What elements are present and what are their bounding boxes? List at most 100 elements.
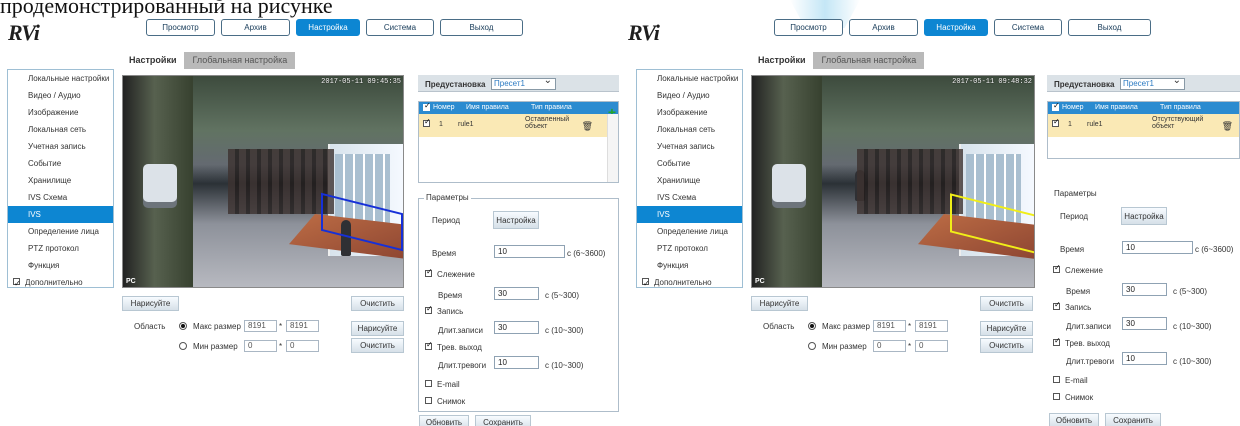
sidebar-item-storage[interactable]: Хранилище xyxy=(637,172,742,189)
rule-row[interactable]: 1 rule1 Оставленный объект 🗑 xyxy=(419,114,607,137)
record-checkbox[interactable] xyxy=(1053,300,1061,311)
tab-global-settings[interactable]: Глобальная настройка xyxy=(813,52,925,69)
sidebar-item-account[interactable]: Учетная запись xyxy=(637,138,742,155)
sidebar-item-ptz-protocol[interactable]: PTZ протокол xyxy=(8,240,113,257)
sidebar-item-face-detection[interactable]: Определение лица xyxy=(8,223,113,240)
tracking-option[interactable]: Слежение xyxy=(425,267,475,279)
record-option[interactable]: Запись xyxy=(1053,300,1091,312)
tab-global-settings[interactable]: Глобальная настройка xyxy=(184,52,296,69)
min-height-field[interactable]: 0 xyxy=(286,340,319,352)
rules-scrollbar[interactable] xyxy=(607,114,618,182)
draw-zone-button[interactable]: Нарисуйте xyxy=(122,296,179,311)
email-option[interactable]: E-mail xyxy=(1053,376,1088,385)
tracking-checkbox[interactable] xyxy=(425,267,433,278)
preset-dropdown[interactable]: Пресет1 xyxy=(491,76,556,90)
record-duration-input[interactable]: 30 xyxy=(494,321,539,334)
alarm-output-option[interactable]: Трев. выход xyxy=(1053,336,1110,348)
nav-archive-button[interactable]: Архив xyxy=(849,19,918,36)
max-width-field[interactable]: 8191 xyxy=(244,320,277,332)
nav-archive-button[interactable]: Архив xyxy=(221,19,290,36)
sidebar-item-advanced[interactable]: Дополнительно xyxy=(8,274,113,292)
min-width-field[interactable]: 0 xyxy=(873,340,906,352)
clear-target-button[interactable]: Очистить xyxy=(351,338,404,353)
select-all-rules-checkbox[interactable] xyxy=(423,101,431,111)
sidebar-item-local-network[interactable]: Локальная сеть xyxy=(637,121,742,138)
sidebar-item-local-settings[interactable]: Локальные настройки xyxy=(637,70,742,87)
clear-target-button[interactable]: Очистить xyxy=(980,338,1033,353)
nav-settings-button[interactable]: Настройка xyxy=(924,19,988,36)
nav-system-button[interactable]: Система xyxy=(994,19,1062,36)
max-size-radio[interactable] xyxy=(179,322,187,330)
select-all-rules-checkbox[interactable] xyxy=(1052,101,1060,111)
clear-zone-button[interactable]: Очистить xyxy=(351,296,404,311)
max-width-field[interactable]: 8191 xyxy=(873,320,906,332)
email-checkbox[interactable] xyxy=(425,380,432,388)
time-input[interactable]: 10 xyxy=(1122,241,1193,254)
sidebar-item-video-audio[interactable]: Видео / Аудио xyxy=(637,87,742,104)
rule-row[interactable]: 1 rule1 Отсутствующий объект 🗑 xyxy=(1048,114,1239,137)
draw-zone-button[interactable]: Нарисуйте xyxy=(751,296,808,311)
tab-settings[interactable]: Настройки xyxy=(750,52,814,69)
sidebar-item-local-settings[interactable]: Локальные настройки xyxy=(8,70,113,87)
sidebar-item-event[interactable]: Событие xyxy=(637,155,742,172)
alarm-output-checkbox[interactable] xyxy=(1053,336,1061,347)
sidebar-item-storage[interactable]: Хранилище xyxy=(8,172,113,189)
max-height-field[interactable]: 8191 xyxy=(286,320,319,332)
max-height-field[interactable]: 8191 xyxy=(915,320,948,332)
snapshot-checkbox[interactable] xyxy=(1053,393,1060,401)
sidebar-item-image[interactable]: Изображение xyxy=(637,104,742,121)
camera-preview[interactable]: 2017-05-11 09:45:35 PC xyxy=(122,75,404,288)
preset-dropdown[interactable]: Пресет1 xyxy=(1120,76,1185,90)
save-button[interactable]: Сохранить xyxy=(475,415,531,426)
sidebar-item-image[interactable]: Изображение xyxy=(8,104,113,121)
sidebar-item-ivs-scheme[interactable]: IVS Схема xyxy=(8,189,113,206)
email-option[interactable]: E-mail xyxy=(425,380,460,389)
save-button[interactable]: Сохранить xyxy=(1105,413,1161,426)
snapshot-option[interactable]: Снимок xyxy=(1053,393,1093,402)
rule-enabled-checkbox[interactable] xyxy=(1052,117,1060,127)
sidebar-item-ivs[interactable]: IVS xyxy=(8,206,113,223)
period-setup-button[interactable]: Настройка xyxy=(493,211,539,229)
sidebar-item-ivs-scheme[interactable]: IVS Схема xyxy=(637,189,742,206)
min-width-field[interactable]: 0 xyxy=(244,340,277,352)
clear-zone-button[interactable]: Очистить xyxy=(980,296,1033,311)
nav-settings-button[interactable]: Настройка xyxy=(296,19,360,36)
alarm-output-checkbox[interactable] xyxy=(425,340,433,351)
tracking-option[interactable]: Слежение xyxy=(1053,263,1103,275)
rule-enabled-checkbox[interactable] xyxy=(423,117,431,127)
alarm-duration-input[interactable]: 10 xyxy=(1122,352,1167,365)
draw-target-button[interactable]: Нарисуйте xyxy=(980,321,1033,336)
camera-preview[interactable]: 2017-05-11 09:48:32 PC xyxy=(751,75,1035,288)
email-checkbox[interactable] xyxy=(1053,376,1060,384)
time-input[interactable]: 10 xyxy=(494,245,565,258)
record-duration-input[interactable]: 30 xyxy=(1122,317,1167,330)
nav-system-button[interactable]: Система xyxy=(366,19,434,36)
max-size-radio[interactable] xyxy=(808,322,816,330)
sidebar-item-video-audio[interactable]: Видео / Аудио xyxy=(8,87,113,104)
nav-preview-button[interactable]: Просмотр xyxy=(774,19,843,36)
record-checkbox[interactable] xyxy=(425,304,433,315)
sidebar-item-ivs[interactable]: IVS xyxy=(637,206,742,223)
min-size-radio[interactable] xyxy=(808,342,816,350)
alarm-duration-input[interactable]: 10 xyxy=(494,356,539,369)
sidebar-item-event[interactable]: Событие xyxy=(8,155,113,172)
tab-settings[interactable]: Настройки xyxy=(121,52,185,69)
sidebar-item-function[interactable]: Функция xyxy=(637,257,742,274)
delete-rule-icon[interactable]: 🗑 xyxy=(1222,121,1233,132)
record-option[interactable]: Запись xyxy=(425,304,463,316)
advanced-checkbox[interactable] xyxy=(13,275,21,292)
tracking-checkbox[interactable] xyxy=(1053,263,1061,274)
snapshot-option[interactable]: Снимок xyxy=(425,397,465,406)
min-size-radio[interactable] xyxy=(179,342,187,350)
nav-exit-button[interactable]: Выход xyxy=(1068,19,1151,36)
refresh-button[interactable]: Обновить xyxy=(1049,413,1099,426)
sidebar-item-local-network[interactable]: Локальная сеть xyxy=(8,121,113,138)
period-setup-button[interactable]: Настройка xyxy=(1121,207,1167,225)
delete-rule-icon[interactable]: 🗑 xyxy=(582,121,593,132)
sidebar-item-account[interactable]: Учетная запись xyxy=(8,138,113,155)
advanced-checkbox[interactable] xyxy=(642,275,650,292)
nav-exit-button[interactable]: Выход xyxy=(440,19,523,36)
nav-preview-button[interactable]: Просмотр xyxy=(146,19,215,36)
sidebar-item-ptz-protocol[interactable]: PTZ протокол xyxy=(637,240,742,257)
refresh-button[interactable]: Обновить xyxy=(419,415,469,426)
